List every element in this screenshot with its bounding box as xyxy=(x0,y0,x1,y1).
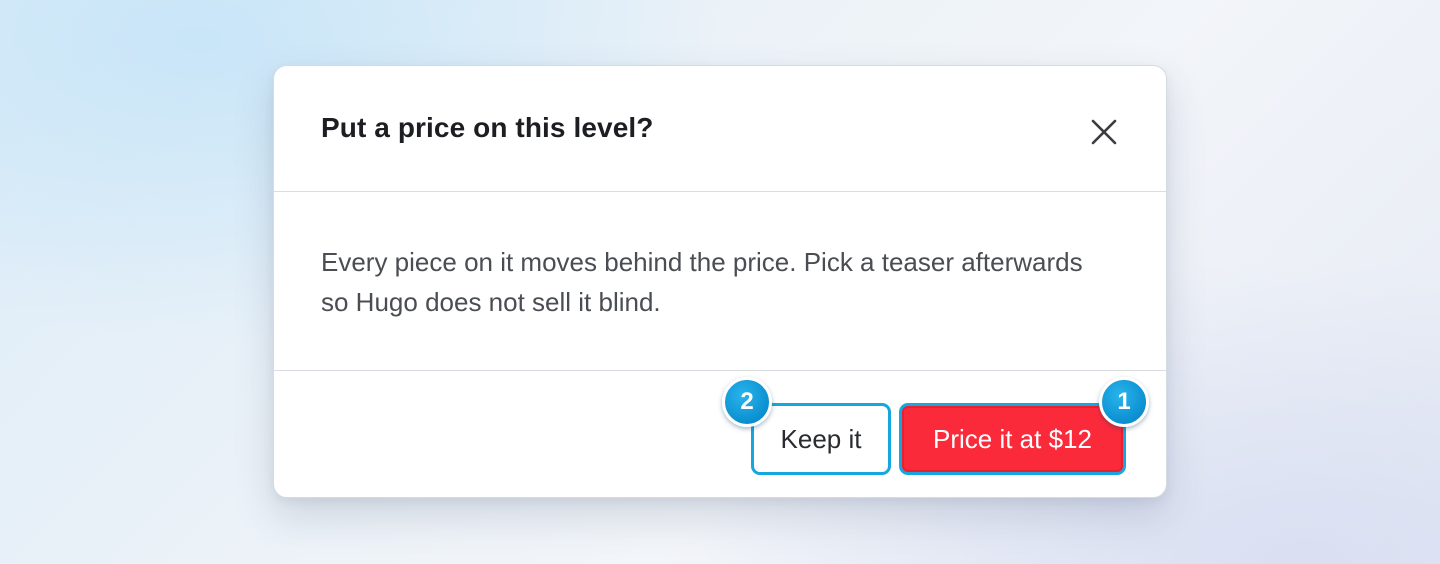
close-icon xyxy=(1091,119,1117,145)
dialog-body: Every piece on it moves behind the price… xyxy=(274,192,1166,371)
price-it-step-badge: 1 xyxy=(1099,377,1149,427)
dialog-title: Put a price on this level? xyxy=(321,112,654,143)
keep-it-step-badge: 2 xyxy=(722,377,772,427)
keep-it-button[interactable]: Keep it xyxy=(751,403,891,475)
dialog-message: Every piece on it moves behind the price… xyxy=(321,247,1083,317)
price-level-dialog: Put a price on this level? Every piece o… xyxy=(273,65,1167,498)
close-button[interactable] xyxy=(1084,112,1124,152)
dialog-footer: Keep it Price it at $12 2 1 xyxy=(274,371,1166,497)
dialog-header: Put a price on this level? xyxy=(274,66,1166,192)
price-it-button[interactable]: Price it at $12 xyxy=(899,403,1126,475)
